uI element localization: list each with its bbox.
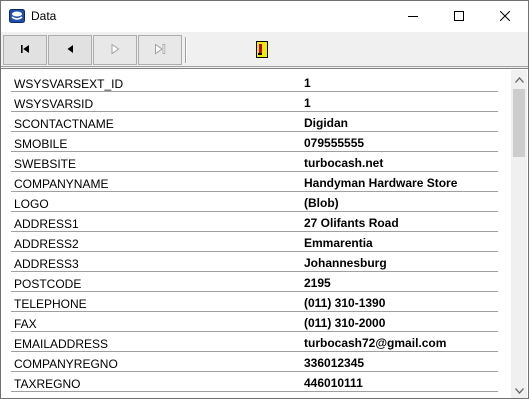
table-row[interactable]: LOGO (Blob) [11,192,498,212]
field-value[interactable]: 1 [304,76,311,90]
maximize-icon [454,10,464,24]
field-value[interactable]: (Blob) [304,196,339,210]
field-name: EMAILADDRESS [14,337,109,351]
scroll-thumb[interactable] [513,89,525,157]
next-record-icon [109,43,121,58]
field-name: SWEBSITE [14,157,77,171]
field-name: TELEPHONE [14,297,87,311]
field-name: TAXREGNO [14,377,81,391]
table-row[interactable]: POSTCODE 2195 [11,272,498,292]
close-icon [499,10,511,24]
first-record-button[interactable] [3,35,47,65]
vertical-scrollbar[interactable] [511,70,527,398]
table-row[interactable]: COMPANYREGNO 336012345 [11,352,498,372]
field-value[interactable]: (011) 310-1390 [304,296,385,310]
field-name: SCONTACTNAME [14,117,114,131]
table-row[interactable]: WSYSVARSID 1 [11,92,498,112]
field-value[interactable]: 2195 [304,276,331,290]
field-name: COMPANYNAME [14,177,109,191]
field-value[interactable]: 1 [304,96,311,110]
field-name: WSYSVARSEXT_ID [14,77,124,91]
field-name: ADDRESS1 [14,217,79,231]
record-grid[interactable]: WSYSVARSEXT_ID 1 WSYSVARSID 1 SCONTACTNAME Di… [1,68,528,398]
last-record-icon [154,43,166,58]
field-value[interactable]: Digidan [304,116,348,130]
chevron-down-icon [514,383,524,397]
field-name: SMOBILE [14,137,68,151]
field-value[interactable]: Emmarentia [304,236,373,250]
first-record-icon [20,43,30,57]
field-name: FAX [14,317,37,331]
field-value[interactable]: 27 Olifants Road [304,216,399,230]
database-icon [9,8,25,24]
field-value[interactable]: Handyman Hardware Store [304,176,457,190]
table-row[interactable]: ADDRESS2 Emmarentia [11,232,498,252]
field-value[interactable]: 336012345 [304,356,364,370]
field-value[interactable]: 079555555 [304,136,364,150]
table-row[interactable]: COMPANYNAME Handyman Hardware Store [11,172,498,192]
table-row[interactable]: TELEPHONE (011) 310-1390 [11,292,498,312]
field-name: WSYSVARSID [14,97,94,111]
field-value[interactable]: Johannesburg [304,256,387,270]
prior-record-button[interactable] [48,35,92,65]
title-bar[interactable]: Data [1,1,528,32]
last-record-button[interactable] [138,35,182,65]
toolbar-separator [185,37,187,63]
table-row[interactable]: ADDRESS3 Johannesburg [11,252,498,272]
table-row[interactable]: ADDRESS1 27 Olifants Road [11,212,498,232]
table-row[interactable]: WSYSVARSEXT_ID 1 [11,72,498,92]
table-row[interactable]: SMOBILE 079555555 [11,132,498,152]
maximize-button[interactable] [436,1,482,32]
field-value[interactable]: turbocash72@gmail.com [304,336,446,350]
field-value[interactable]: 446010111 [304,376,363,390]
window-title: Data [31,9,57,23]
table-row[interactable]: SWEBSITE turbocash.net [11,152,498,172]
field-name: POSTCODE [14,277,82,291]
minimize-button[interactable] [390,1,436,32]
edit-state-icon [256,41,268,58]
field-name: ADDRESS3 [14,257,79,271]
table-row[interactable]: TAXREGNO 446010111 [11,372,498,392]
scroll-down-button[interactable] [511,381,527,398]
table-row[interactable]: FAX (011) 310-2000 [11,312,498,332]
scroll-up-button[interactable] [511,70,527,87]
navigator-toolbar [1,32,528,67]
field-value[interactable]: (011) 310-2000 [304,316,385,330]
minimize-icon [408,10,418,24]
close-button[interactable] [482,1,528,32]
table-row[interactable]: EMAILADDRESS turbocash72@gmail.com [11,332,498,352]
next-record-button[interactable] [93,35,137,65]
field-name: LOGO [14,197,49,211]
chevron-up-icon [514,72,524,86]
field-value[interactable]: turbocash.net [304,156,383,170]
field-name: COMPANYREGNO [14,357,118,371]
data-window: Data WSYSVARSEXT_ID 1 WSYSVARSID 1 SCONT… [0,0,529,399]
field-name: ADDRESS2 [14,237,79,251]
table-row[interactable]: SCONTACTNAME Digidan [11,112,498,132]
prior-record-icon [65,43,75,57]
